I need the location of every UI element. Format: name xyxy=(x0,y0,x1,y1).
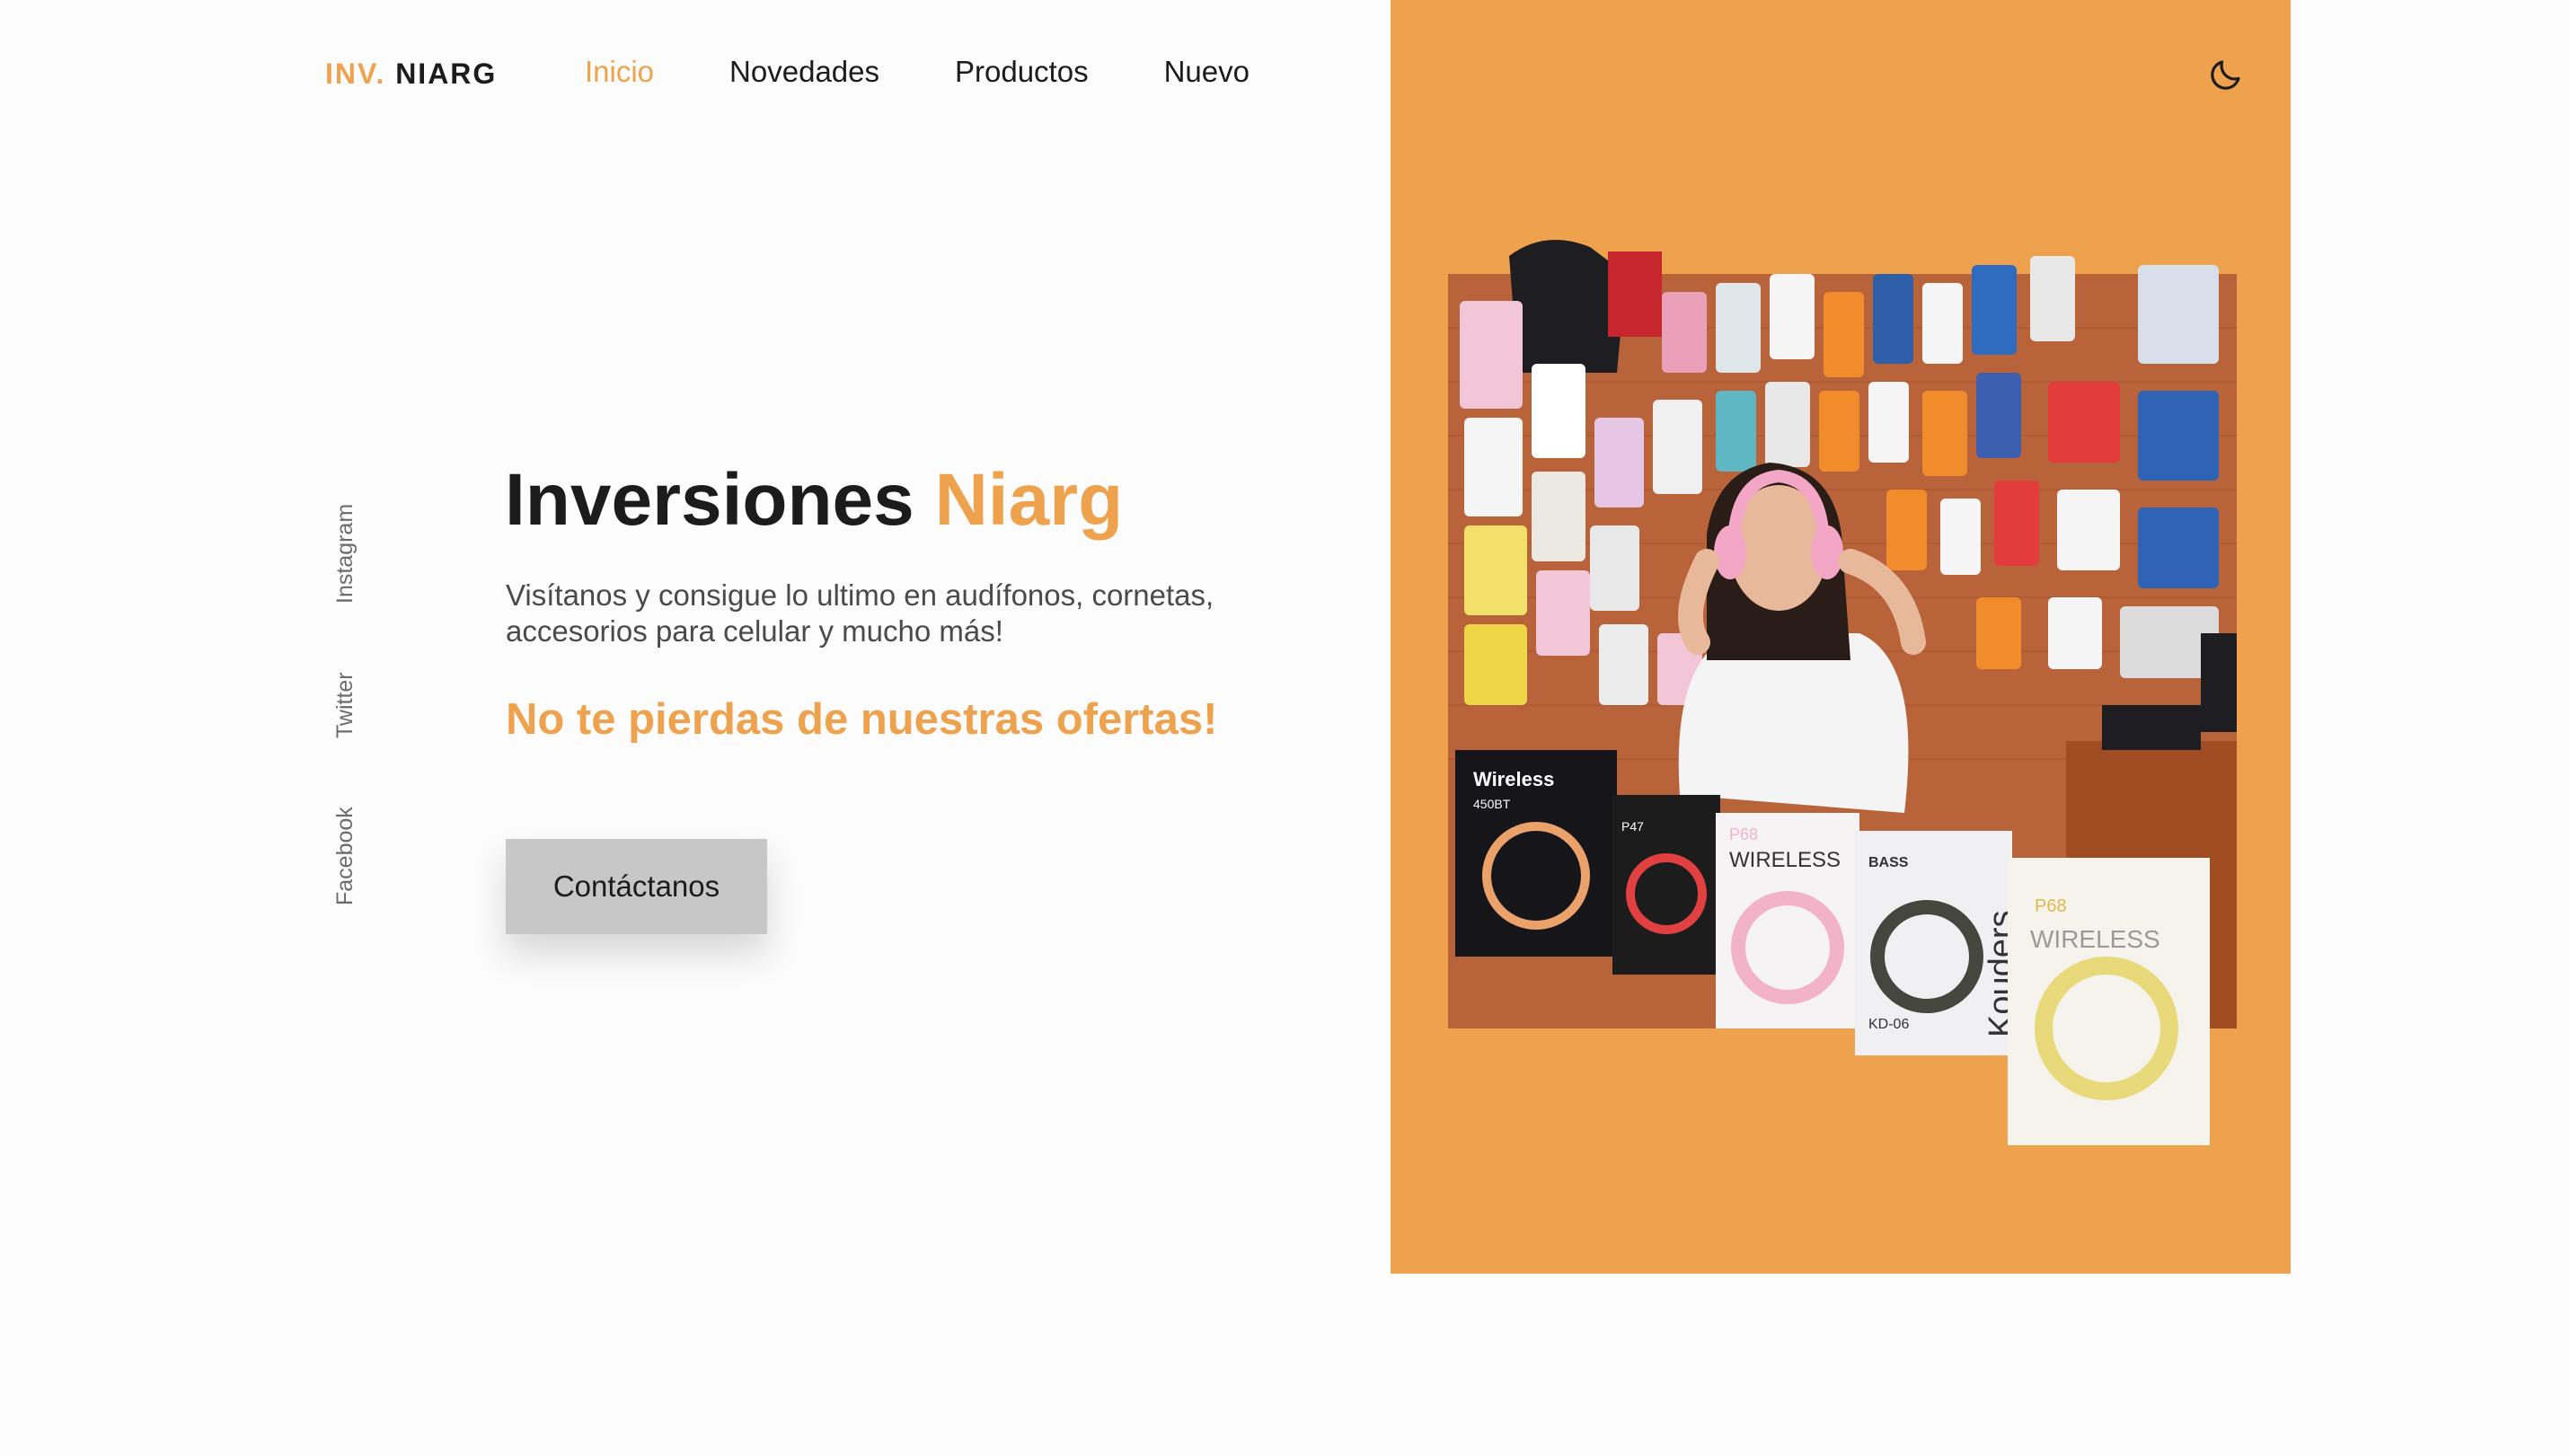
main-nav: Inicio Novedades Productos Nuevo xyxy=(585,55,1250,89)
moon-icon xyxy=(2211,60,2240,90)
nav-nuevo[interactable]: Nuevo xyxy=(1164,55,1250,89)
hero-title-main: Inversiones xyxy=(505,459,914,541)
nav-inicio[interactable]: Inicio xyxy=(585,55,654,89)
social-link-twitter[interactable]: Twitter xyxy=(332,672,358,738)
red-package xyxy=(1608,251,1662,337)
box-label: P47 xyxy=(1621,819,1644,834)
social-link-facebook[interactable]: Facebook xyxy=(332,807,358,905)
nav-productos[interactable]: Productos xyxy=(955,55,1089,89)
box-label: Wireless xyxy=(1473,768,1554,790)
store-photo: Wireless 450BT P47 WIRELESS P68 BASS KD-… xyxy=(1448,240,2237,1145)
box-label: BASS xyxy=(1868,855,1909,870)
hero-promo: No te pierdas de nuestras ofertas! xyxy=(506,695,1218,744)
hero-title: Inversiones Niarg xyxy=(505,458,1123,543)
keyboard xyxy=(2102,705,2201,750)
nav-novedades[interactable]: Novedades xyxy=(729,55,879,89)
hero-description: Visítanos y consigue lo ultimo en audífo… xyxy=(506,578,1214,648)
logo-name: NIARG xyxy=(395,57,498,90)
box-label: P68 xyxy=(2035,896,2067,916)
monitor xyxy=(2201,633,2237,732)
logo-prefix: INV. xyxy=(325,57,386,90)
box-label: WIRELESS xyxy=(1729,848,1841,872)
box-label: WIRELESS xyxy=(2030,925,2160,953)
box-label: KD-06 xyxy=(1868,1017,1909,1032)
page: INV. NIARG Inicio Novedades Productos Nu… xyxy=(0,0,2570,1456)
theme-toggle-button[interactable] xyxy=(2207,56,2245,93)
box-label: P68 xyxy=(1729,825,1758,843)
hero-title-accent: Niarg xyxy=(934,459,1124,541)
box-label: 450BT xyxy=(1473,797,1511,811)
contact-button[interactable]: Contáctanos xyxy=(506,839,767,934)
logo[interactable]: INV. NIARG xyxy=(325,57,497,91)
social-link-instagram[interactable]: Instagram xyxy=(332,504,358,604)
